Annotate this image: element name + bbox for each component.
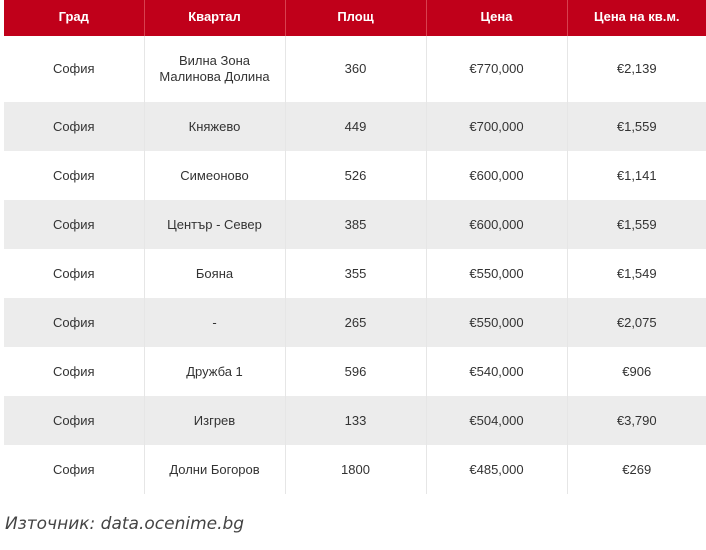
- header-district: Квартал: [144, 0, 286, 36]
- cell-city: София: [4, 102, 145, 151]
- cell-district: Симеоново: [144, 151, 286, 200]
- header-area: Площ: [285, 0, 427, 36]
- cell-price: €700,000: [426, 102, 568, 151]
- header-price-per-sqm: Цена на кв.м.: [567, 0, 706, 36]
- cell-city: София: [4, 249, 145, 298]
- cell-area: 596: [285, 347, 427, 396]
- header-price: Цена: [426, 0, 568, 36]
- cell-price-per-sqm: €2,139: [567, 36, 706, 102]
- cell-price-per-sqm: €3,790: [567, 396, 706, 445]
- table-row: София Вилна Зона Малинова Долина 360 €77…: [4, 36, 706, 102]
- cell-city: София: [4, 36, 145, 102]
- cell-price: €600,000: [426, 200, 568, 249]
- table-row: София Изгрев 133 €504,000 €3,790: [4, 396, 706, 445]
- cell-price: €485,000: [426, 445, 568, 494]
- cell-price-per-sqm: €1,559: [567, 102, 706, 151]
- cell-price-per-sqm: €906: [567, 347, 706, 396]
- cell-price-per-sqm: €1,559: [567, 200, 706, 249]
- cell-district: -: [144, 298, 286, 347]
- cell-price-per-sqm: €1,141: [567, 151, 706, 200]
- table-row: София Симеоново 526 €600,000 €1,141: [4, 151, 706, 200]
- table-row: София Бояна 355 €550,000 €1,549: [4, 249, 706, 298]
- cell-area: 360: [285, 36, 427, 102]
- cell-city: София: [4, 347, 145, 396]
- table-row: София Дружба 1 596 €540,000 €906: [4, 347, 706, 396]
- cell-district: Долни Богоров: [144, 445, 286, 494]
- cell-price: €550,000: [426, 298, 568, 347]
- cell-area: 265: [285, 298, 427, 347]
- header-row: Град Квартал Площ Цена Цена на кв.м.: [4, 0, 706, 36]
- table-body: София Вилна Зона Малинова Долина 360 €77…: [4, 36, 706, 494]
- cell-district: Дружба 1: [144, 347, 286, 396]
- cell-district: Център - Север: [144, 200, 286, 249]
- table-row: София Княжево 449 €700,000 €1,559: [4, 102, 706, 151]
- cell-city: София: [4, 445, 145, 494]
- cell-price-per-sqm: €2,075: [567, 298, 706, 347]
- cell-area: 1800: [285, 445, 427, 494]
- header-city: Град: [4, 0, 145, 36]
- cell-price-per-sqm: €1,549: [567, 249, 706, 298]
- table-row: София Център - Север 385 €600,000 €1,559: [4, 200, 706, 249]
- cell-city: София: [4, 151, 145, 200]
- cell-district: Вилна Зона Малинова Долина: [144, 36, 286, 102]
- cell-city: София: [4, 396, 145, 445]
- property-table-container: Град Квартал Площ Цена Цена на кв.м. Соф…: [4, 0, 706, 494]
- cell-city: София: [4, 298, 145, 347]
- cell-price: €600,000: [426, 151, 568, 200]
- cell-area: 355: [285, 249, 427, 298]
- source-caption: Източник: data.ocenime.bg: [5, 514, 245, 534]
- cell-district: Бояна: [144, 249, 286, 298]
- cell-price: €540,000: [426, 347, 568, 396]
- cell-area: 385: [285, 200, 427, 249]
- table-row: София Долни Богоров 1800 €485,000 €269: [4, 445, 706, 494]
- cell-city: София: [4, 200, 145, 249]
- table-row: София - 265 €550,000 €2,075: [4, 298, 706, 347]
- cell-price: €550,000: [426, 249, 568, 298]
- cell-district: Изгрев: [144, 396, 286, 445]
- cell-area: 526: [285, 151, 427, 200]
- cell-price: €770,000: [426, 36, 568, 102]
- table-header: Град Квартал Площ Цена Цена на кв.м.: [4, 0, 706, 36]
- cell-price-per-sqm: €269: [567, 445, 706, 494]
- cell-district: Княжево: [144, 102, 286, 151]
- cell-price: €504,000: [426, 396, 568, 445]
- property-price-table: Град Квартал Площ Цена Цена на кв.м. Соф…: [4, 0, 706, 494]
- cell-area: 133: [285, 396, 427, 445]
- cell-area: 449: [285, 102, 427, 151]
